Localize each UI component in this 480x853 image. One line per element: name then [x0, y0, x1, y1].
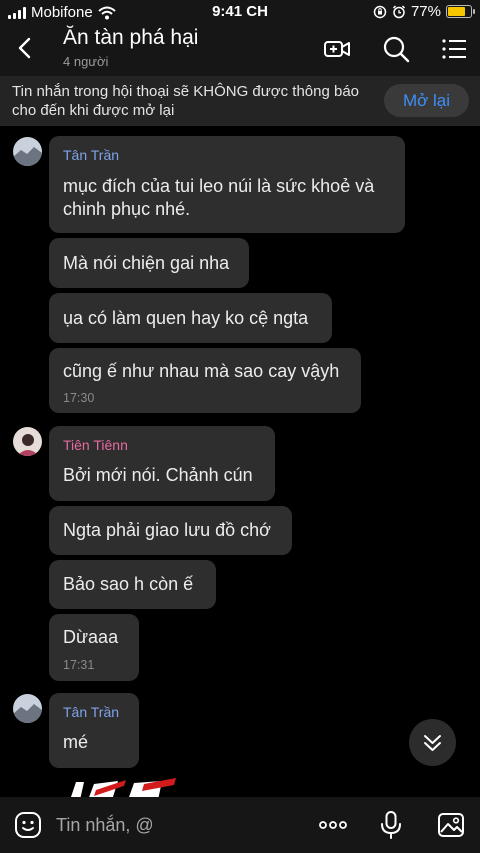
- sender-name: Tiên Tiênn: [63, 437, 128, 453]
- sticker-emoji-icon[interactable]: [13, 810, 43, 840]
- message-text: Bởi mới nói. Chảnh cún: [63, 465, 253, 485]
- sender-name: Tân Trần: [63, 147, 120, 163]
- message-text: Ngta phải giao lưu đồ chớ: [63, 520, 271, 540]
- double-chevron-down-icon: [424, 735, 441, 751]
- chat-header: Ăn tàn phá hại 4 người: [0, 24, 480, 76]
- message-time: 17:30: [63, 391, 95, 405]
- message-bubble[interactable]: Mà nói chiện gai nha: [49, 238, 249, 288]
- message-bubble[interactable]: Dừaaa 17:31: [49, 614, 139, 681]
- scroll-to-bottom-button[interactable]: [409, 719, 456, 766]
- message-bubble[interactable]: Tân Trần mé: [49, 693, 139, 768]
- unmute-button[interactable]: Mở lại: [384, 84, 469, 117]
- avatar-tan-tran[interactable]: [13, 137, 42, 166]
- mute-notice-text: Tin nhắn trong hội thoại sẽ KHÔNG được t…: [12, 83, 360, 119]
- conversation-title[interactable]: Ăn tàn phá hại: [63, 26, 198, 50]
- message-text: ụa có làm quen hay ko cệ ngta: [63, 308, 309, 328]
- message-bubble[interactable]: Ngta phải giao lưu đồ chớ: [49, 506, 292, 555]
- menu-list-icon[interactable]: [440, 34, 470, 64]
- alarm-icon: [392, 4, 405, 18]
- back-arrow-icon[interactable]: [12, 34, 40, 62]
- video-call-icon[interactable]: [322, 34, 352, 64]
- sender-name: Tân Trần: [63, 704, 120, 720]
- message-composer: Tin nhắn, @: [0, 797, 480, 853]
- message-bubble[interactable]: Bảo sao h còn ế: [49, 560, 216, 609]
- avatar-tien-tienn[interactable]: [13, 427, 42, 456]
- message-text: chinh phục nhé.: [63, 199, 191, 219]
- message-text: Dừaaa: [63, 627, 119, 647]
- avatar-tan-tran[interactable]: [13, 694, 42, 723]
- search-icon[interactable]: [381, 34, 411, 64]
- member-count: 4 người: [63, 54, 109, 69]
- message-text: mé: [63, 732, 89, 752]
- message-time: 17:31: [63, 658, 95, 672]
- battery-icon: [446, 5, 475, 18]
- message-input[interactable]: Tin nhắn, @: [56, 815, 154, 836]
- message-bubble[interactable]: Tân Trần mục đích của tui leo núi là sức…: [49, 136, 405, 233]
- status-bar: Mobifone 9:41 CH 77%: [0, 0, 480, 24]
- more-options-icon[interactable]: [318, 810, 348, 840]
- message-bubble[interactable]: cũng ế như nhau mà sao cay vậyh 17:30: [49, 348, 361, 413]
- battery-percent: 77%: [410, 3, 441, 20]
- message-text: Bảo sao h còn ế: [63, 574, 194, 594]
- message-bubble[interactable]: Tiên Tiênn Bởi mới nói. Chảnh cún: [49, 426, 275, 501]
- orientation-lock-icon: [373, 5, 387, 18]
- photo-gallery-icon[interactable]: [436, 810, 466, 840]
- message-text: Mà nói chiện gai nha: [63, 253, 230, 273]
- mute-notice-banner: Tin nhắn trong hội thoại sẽ KHÔNG được t…: [0, 76, 480, 126]
- microphone-icon[interactable]: [376, 810, 406, 840]
- message-bubble[interactable]: ụa có làm quen hay ko cệ ngta: [49, 293, 332, 343]
- message-text: cũng ế như nhau mà sao cay vậyh: [63, 361, 340, 381]
